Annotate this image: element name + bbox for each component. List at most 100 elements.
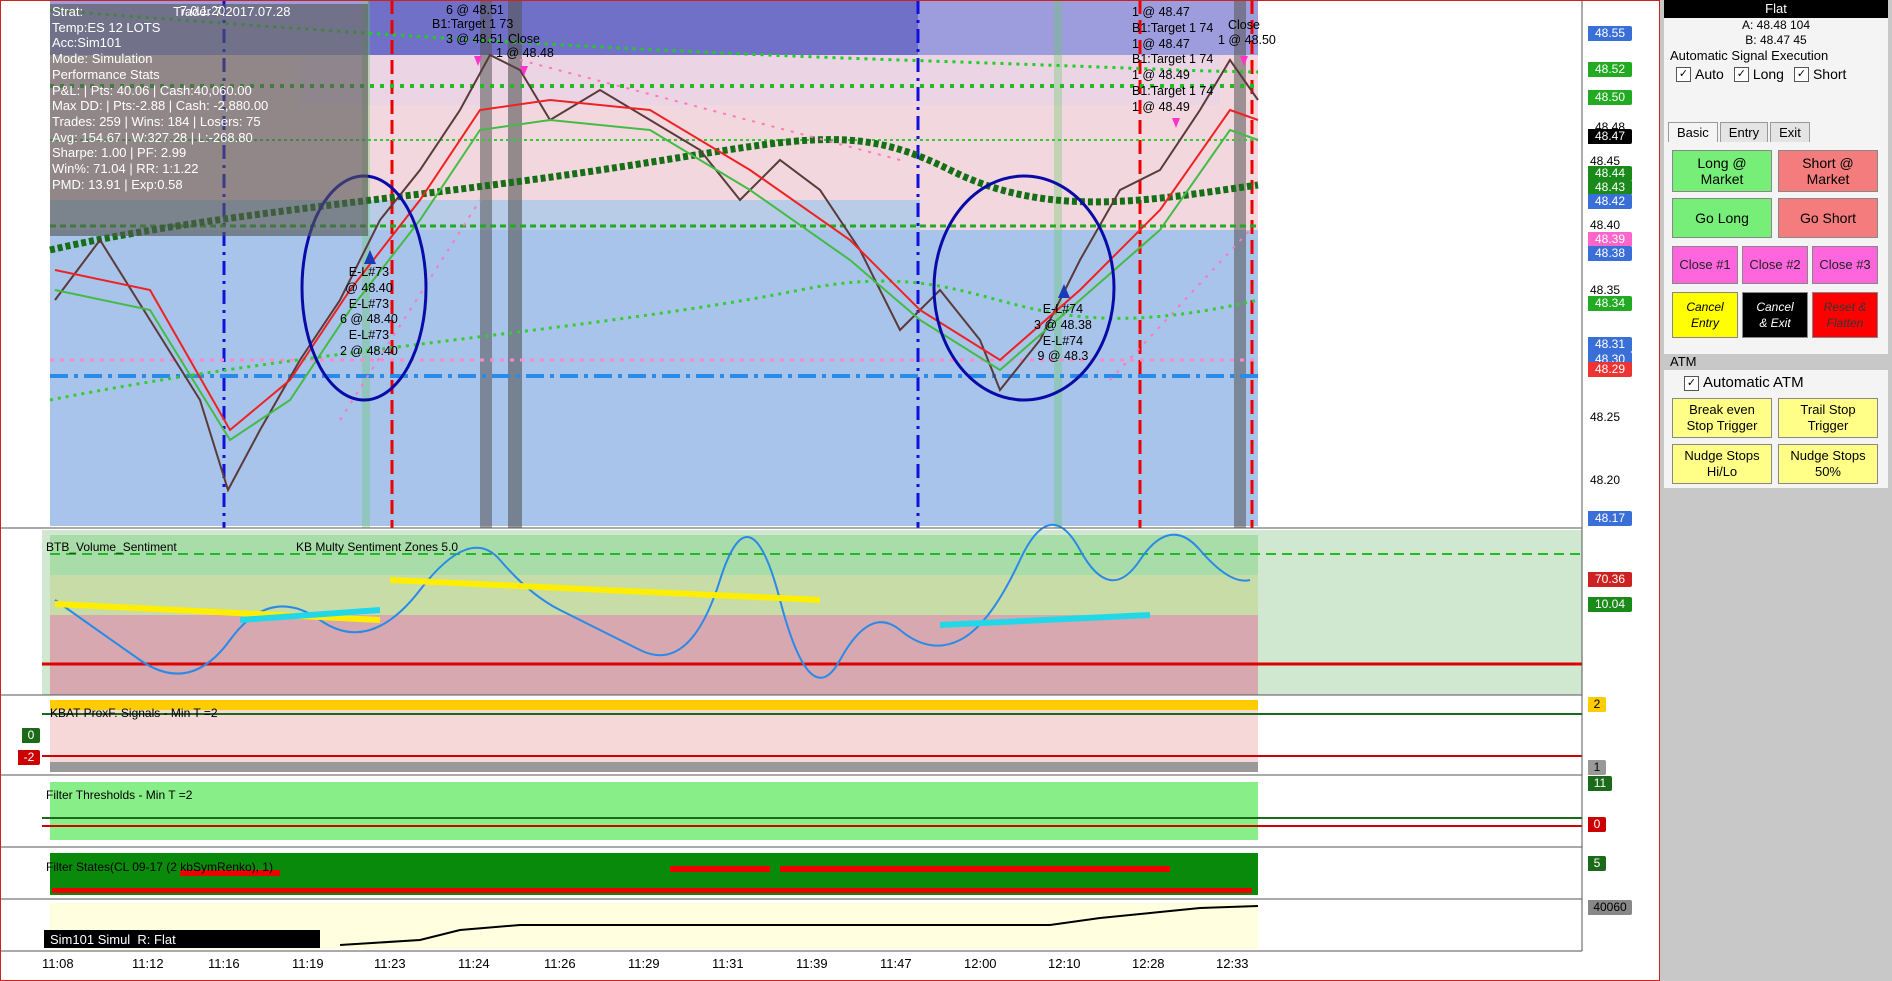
- price-tag: 48.39: [1588, 232, 1632, 247]
- price-tag: 48.17: [1588, 511, 1632, 526]
- kbat-pink-zone: [50, 710, 1258, 766]
- pane-value-tag: 1: [1588, 760, 1606, 775]
- time-tick: 11:29: [628, 956, 660, 971]
- check-icon: ✓: [1733, 67, 1749, 83]
- trade-annotation: 1 @ 48.48: [496, 46, 554, 60]
- time-tick: 11:12: [132, 956, 164, 971]
- time-tick: 11:47: [880, 956, 912, 971]
- cancel-exit-button[interactable]: Cancel & Exit: [1742, 292, 1808, 338]
- price-tag: 48.55: [1588, 26, 1632, 41]
- auto-signal-title: Automatic Signal Execution: [1670, 48, 1829, 63]
- chart-area[interactable]: Strat: Trader 7.2017.07.28 Temp:ES 12 LO…: [0, 0, 1660, 981]
- filter-red-segment: [780, 866, 1170, 872]
- close-3-button[interactable]: Close #3: [1812, 246, 1878, 284]
- stats-line: P&L: | Pts: 40.06 | Cash:40,060.00: [52, 82, 252, 98]
- checkbox-short-label: Short: [1812, 65, 1847, 82]
- pane-label-volume: BTB_Volume_Sentiment: [46, 540, 177, 554]
- session-bar: [480, 0, 492, 528]
- stats-line: Win%: 71.04 | RR: 1:1.22: [52, 161, 199, 177]
- pane-label-filter-states: Filter States(CL 09-17 (2 kbSymRenko), 1…: [46, 860, 273, 874]
- filter-red-segment: [52, 888, 1252, 893]
- price-tag: 48.31: [1588, 337, 1632, 352]
- price-tag-current: 48.47: [1588, 129, 1632, 144]
- price-tag: 48.50: [1588, 90, 1632, 105]
- pane-label-kbat: KBAT ProxF. Signals - Min T =2: [50, 706, 218, 720]
- session-bar: [508, 0, 522, 528]
- entry-annotation: E-L#73 @ 48.40 E-L#73 6 @ 48.40 E-L#73 2…: [340, 265, 398, 358]
- panel-top: Flat A: 48.48 104 B: 48.47 45 Automatic …: [1664, 0, 1888, 152]
- time-tick: 11:19: [292, 956, 324, 971]
- auto-signal-checkboxes: ✓ Auto ✓ Long ✓ Short: [1664, 63, 1888, 85]
- time-tick: 11:31: [712, 956, 744, 971]
- tab-entry[interactable]: Entry: [1719, 122, 1769, 142]
- stats-line: Temp:ES 12 LOTS: [52, 19, 161, 35]
- stats-line: Acc:Sim101: [52, 35, 122, 51]
- entry-annotation: E-L#74 3 @ 48.38 E-L#74 9 @ 48.3: [1034, 302, 1092, 364]
- price-tag: 48.38: [1588, 246, 1632, 261]
- mid-lavender-zone: [300, 55, 1220, 105]
- pane-label-filter-thresholds: Filter Thresholds - Min T =2: [46, 788, 193, 802]
- pane-value-tag: 0: [22, 728, 40, 743]
- trade-annotation: 1 @ 48.47 B1:Target 1 74 1 @ 48.47 B1:Ta…: [1132, 5, 1214, 114]
- ask-price: A: 48.48 104: [1741, 18, 1811, 32]
- break-even-button[interactable]: Break even Stop Trigger: [1672, 398, 1772, 438]
- price-tag: 48.34: [1588, 296, 1632, 311]
- trade-annotation: 1 @ 48.50: [1218, 33, 1276, 47]
- close-2-button[interactable]: Close #2: [1742, 246, 1808, 284]
- pane-value-tag: 0: [1588, 817, 1606, 832]
- pane-value-tag: 2: [1588, 697, 1606, 712]
- performance-stats-box: Strat: Trader 7.2017.07.28 Temp:ES 12 LO…: [50, 4, 368, 236]
- tab-exit[interactable]: Exit: [1770, 122, 1810, 142]
- checkbox-auto[interactable]: ✓ Auto: [1676, 66, 1724, 83]
- checkbox-long[interactable]: ✓ Long: [1733, 66, 1784, 83]
- pane-label-multy: KB Multy Sentiment Zones 5.0: [296, 540, 459, 554]
- close-1-button[interactable]: Close #1: [1672, 246, 1738, 284]
- kbat-grey-band: [50, 762, 1258, 772]
- time-tick: 12:28: [1132, 956, 1165, 971]
- tab-basic[interactable]: Basic: [1668, 122, 1718, 142]
- cancel-entry-button[interactable]: Cancel Entry: [1672, 292, 1738, 338]
- time-tick: 11:26: [544, 956, 576, 971]
- long-at-market-button[interactable]: Long @ Market: [1672, 150, 1772, 192]
- trade-annotation: B1:Target 1 73: [432, 17, 514, 31]
- nudge-stops-50-button[interactable]: Nudge Stops 50%: [1778, 444, 1878, 484]
- time-tick: 12:33: [1216, 956, 1249, 971]
- stats-line: Sharpe: 1.00 | PF: 2.99: [52, 145, 187, 161]
- check-icon: ✓: [1793, 67, 1809, 83]
- pane-value-tag: 70.36: [1588, 572, 1632, 587]
- auto-atm-label: Automatic ATM: [1703, 374, 1804, 391]
- stats-line: Max DD: | Pts:-2.88 | Cash: -2,880.00: [52, 98, 269, 114]
- kbat-yellow-band: [50, 700, 1258, 710]
- tab-bar: Basic Entry Exit: [1668, 122, 1810, 142]
- bid-price: B: 48.47 45: [1745, 33, 1807, 47]
- time-tick: 12:10: [1048, 956, 1081, 971]
- trade-annotation: Close: [1228, 18, 1260, 32]
- pane-value-tag: 5: [1588, 856, 1606, 871]
- time-tick: 11:39: [796, 956, 828, 971]
- pane-value-tag: 40060: [1588, 900, 1632, 915]
- stats-line: Avg: 154.67 | W:327.28 | L:-268.80: [52, 129, 253, 145]
- go-long-button[interactable]: Go Long: [1672, 198, 1772, 238]
- filter-red-segment: [670, 866, 770, 872]
- price-tag: 48.43: [1588, 180, 1632, 195]
- go-short-button[interactable]: Go Short: [1778, 198, 1878, 238]
- check-icon: ✓: [1684, 375, 1699, 391]
- strategy-control-panel: Flat A: 48.48 104 B: 48.47 45 Automatic …: [1660, 0, 1892, 981]
- time-tick: 11:16: [208, 956, 240, 971]
- pane-value-tag: -2: [18, 750, 40, 765]
- nudge-stops-hilo-button[interactable]: Nudge Stops Hi/Lo: [1672, 444, 1772, 484]
- checkbox-short[interactable]: ✓ Short: [1793, 65, 1847, 83]
- filter-thresh-zone: [50, 782, 1258, 840]
- price-tick: 48.40: [1590, 218, 1621, 232]
- stats-line: Mode: Simulation: [52, 51, 153, 67]
- price-tag: 48.44: [1588, 166, 1632, 181]
- trail-stop-button[interactable]: Trail Stop Trigger: [1778, 398, 1878, 438]
- auto-atm-row[interactable]: ✓ Automatic ATM: [1664, 370, 1888, 391]
- time-tick: 11:24: [458, 956, 490, 971]
- check-icon: ✓: [1676, 67, 1691, 83]
- price-tick: 48.35: [1590, 283, 1621, 297]
- reset-flatten-button[interactable]: Reset & Flatten: [1812, 292, 1878, 338]
- price-tag: 48.42: [1588, 194, 1632, 209]
- short-at-market-button[interactable]: Short @ Market: [1778, 150, 1878, 192]
- time-tick: 12:00: [964, 956, 997, 971]
